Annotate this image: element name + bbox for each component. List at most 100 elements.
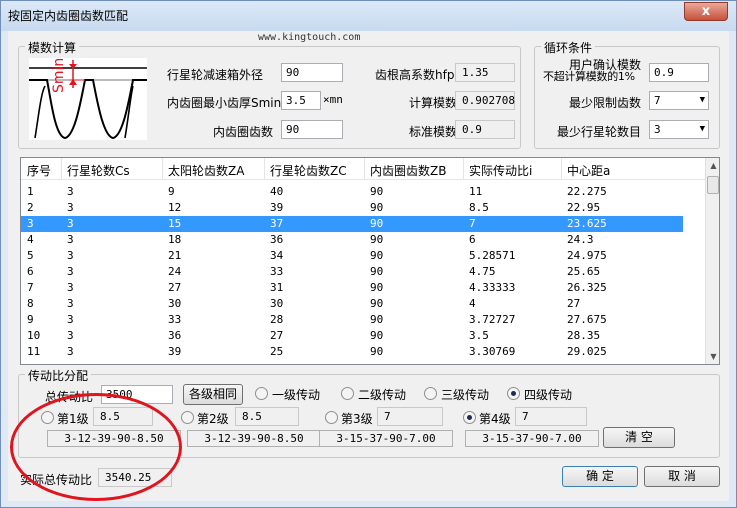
level3-ratio-value[interactable]: 7 bbox=[377, 407, 443, 426]
ratio-group-title: 传动比分配 bbox=[25, 367, 92, 384]
table-row[interactable]: 4 3 18 36 90 6 24.3 bbox=[21, 232, 683, 248]
cell-ratio: 8.5 bbox=[469, 201, 489, 214]
cell-planets: 3 bbox=[67, 297, 74, 310]
cell-ring-teeth: 90 bbox=[370, 265, 384, 278]
user-modulus-input[interactable]: 0.9 bbox=[649, 63, 709, 82]
cell-ratio: 6 bbox=[469, 233, 476, 246]
gearbox-od-label: 行星轮减速箱外径 bbox=[167, 68, 264, 82]
stage3-radio-label[interactable]: 三级传动 bbox=[441, 386, 489, 403]
table-row[interactable]: 7 3 27 31 90 4.33333 26.325 bbox=[21, 280, 683, 296]
cell-center-distance: 24.3 bbox=[567, 233, 594, 246]
stage4-radio[interactable] bbox=[507, 387, 520, 400]
scroll-down-icon[interactable]: ▼ bbox=[706, 349, 719, 364]
cell-sun-teeth: 33 bbox=[168, 313, 182, 326]
level3-label[interactable]: 第3级 bbox=[341, 410, 373, 427]
stage1-radio-label[interactable]: 一级传动 bbox=[272, 386, 320, 403]
loop-condition-group: 循环条件 用户确认模数 不超计算模数的1% 0.9 最少限制齿数 7 ▼ 最少行… bbox=[534, 39, 720, 149]
cell-sun-teeth: 18 bbox=[168, 233, 182, 246]
same-ratio-button[interactable]: 各级相同 bbox=[183, 384, 243, 405]
table-row[interactable]: 9 3 33 28 90 3.72727 27.675 bbox=[21, 312, 683, 328]
table-row[interactable]: 2 3 12 39 90 8.5 22.95 bbox=[21, 200, 683, 216]
modulus-group: 模数计算 Smin 行星轮减速箱外径 90 内齿圈最小齿厚Smin 3.5 ×m… bbox=[18, 39, 521, 149]
cell-ratio: 4.75 bbox=[469, 265, 496, 278]
results-table[interactable]: 序号 行星轮数Cs 太阳轮齿数ZA 行星轮齿数ZC 内齿圈齿数ZB 实际传动比i… bbox=[20, 157, 720, 365]
column-header[interactable]: 行星轮齿数ZC bbox=[270, 162, 347, 179]
table-row-selected[interactable]: 3 3 15 37 90 7 23.625 bbox=[21, 216, 683, 232]
cell-planets: 3 bbox=[67, 201, 74, 214]
cancel-button[interactable]: 取 消 bbox=[644, 466, 720, 487]
close-button[interactable]: x bbox=[684, 2, 728, 21]
cell-planet-teeth: 37 bbox=[270, 217, 284, 230]
level2-radio[interactable] bbox=[181, 411, 194, 424]
cell-planets: 3 bbox=[67, 217, 74, 230]
cell-index: 11 bbox=[27, 345, 41, 358]
scrollbar-thumb[interactable] bbox=[707, 176, 719, 194]
stage2-radio[interactable] bbox=[341, 387, 354, 400]
column-header[interactable]: 行星轮数Cs bbox=[67, 162, 130, 179]
cell-planets: 3 bbox=[67, 265, 74, 278]
cell-sun-teeth: 36 bbox=[168, 329, 182, 342]
stage2-radio-label[interactable]: 二级传动 bbox=[358, 386, 406, 403]
stage3-radio[interactable] bbox=[424, 387, 437, 400]
table-row[interactable]: 5 3 21 34 90 5.28571 24.975 bbox=[21, 248, 683, 264]
ring-teeth-label: 内齿圈齿数 bbox=[213, 125, 274, 139]
level4-radio[interactable] bbox=[463, 411, 476, 424]
cell-center-distance: 24.975 bbox=[567, 249, 607, 262]
cell-sun-teeth: 15 bbox=[168, 217, 182, 230]
table-row[interactable]: 11 3 39 25 90 3.30769 29.025 bbox=[21, 344, 683, 360]
client-area: www.kingtouch.com 模数计算 Smin 行星轮减速箱外径 90 … bbox=[8, 31, 729, 501]
thickness-unit-label: ×mn bbox=[323, 93, 343, 106]
root-height-label: 齿根高系数hfp* bbox=[375, 68, 461, 82]
cell-center-distance: 22.275 bbox=[567, 185, 607, 198]
column-header[interactable]: 中心距a bbox=[567, 162, 610, 179]
cell-planet-teeth: 27 bbox=[270, 329, 284, 342]
cell-center-distance: 26.325 bbox=[567, 281, 607, 294]
level2-label[interactable]: 第2级 bbox=[197, 410, 229, 427]
stage1-radio[interactable] bbox=[255, 387, 268, 400]
table-row[interactable]: 6 3 24 33 90 4.75 25.65 bbox=[21, 264, 683, 280]
ring-teeth-input[interactable]: 90 bbox=[281, 120, 343, 139]
level4-label[interactable]: 第4级 bbox=[479, 410, 511, 427]
cell-sun-teeth: 9 bbox=[168, 185, 175, 198]
ring-min-thickness-input[interactable]: 3.5 bbox=[281, 91, 321, 110]
ok-button[interactable]: 确 定 bbox=[562, 466, 638, 487]
cell-center-distance: 27.675 bbox=[567, 313, 607, 326]
cell-sun-teeth: 24 bbox=[168, 265, 182, 278]
cell-ratio: 7 bbox=[469, 217, 476, 230]
cell-planet-teeth: 33 bbox=[270, 265, 284, 278]
table-row[interactable]: 8 3 30 30 90 4 27 bbox=[21, 296, 683, 312]
cell-sun-teeth: 39 bbox=[168, 345, 182, 358]
table-row[interactable]: 1 3 9 40 90 11 22.275 bbox=[21, 184, 683, 200]
column-header[interactable]: 内齿圈齿数ZB bbox=[370, 162, 446, 179]
column-header[interactable]: 太阳轮齿数ZA bbox=[168, 162, 244, 179]
root-height-value: 1.35 bbox=[455, 63, 515, 82]
cell-planets: 3 bbox=[67, 185, 74, 198]
gearbox-od-input[interactable]: 90 bbox=[281, 63, 343, 82]
cell-planet-teeth: 28 bbox=[270, 313, 284, 326]
stage4-radio-label[interactable]: 四级传动 bbox=[524, 386, 572, 403]
level2-ratio-value[interactable]: 8.5 bbox=[235, 407, 299, 426]
column-header[interactable]: 序号 bbox=[27, 162, 51, 179]
dialog-window: 按固定内齿圈齿数匹配 x www.kingtouch.com 模数计算 Smin… bbox=[0, 0, 737, 508]
cell-planets: 3 bbox=[67, 233, 74, 246]
cell-ring-teeth: 90 bbox=[370, 249, 384, 262]
cell-sun-teeth: 12 bbox=[168, 201, 182, 214]
cell-planets: 3 bbox=[67, 345, 74, 358]
cell-center-distance: 29.025 bbox=[567, 345, 607, 358]
column-header[interactable]: 实际传动比i bbox=[469, 162, 532, 179]
table-scrollbar[interactable]: ▲ ▼ bbox=[705, 158, 719, 364]
title-bar: 按固定内齿圈齿数匹配 x bbox=[1, 1, 736, 31]
table-row[interactable]: 10 3 36 27 90 3.5 28.35 bbox=[21, 328, 683, 344]
watermark: www.kingtouch.com bbox=[258, 32, 361, 43]
min-planets-select[interactable]: 3 ▼ bbox=[649, 120, 709, 139]
level3-radio[interactable] bbox=[325, 411, 338, 424]
column-divider bbox=[162, 158, 163, 180]
level4-ratio-value[interactable]: 7 bbox=[515, 407, 587, 426]
clear-button[interactable]: 清 空 bbox=[603, 427, 675, 448]
scroll-up-icon[interactable]: ▲ bbox=[706, 158, 719, 173]
cell-index: 8 bbox=[27, 297, 34, 310]
cell-sun-teeth: 27 bbox=[168, 281, 182, 294]
cell-ring-teeth: 90 bbox=[370, 345, 384, 358]
min-teeth-select[interactable]: 7 ▼ bbox=[649, 91, 709, 110]
chevron-down-icon: ▼ bbox=[699, 95, 705, 105]
